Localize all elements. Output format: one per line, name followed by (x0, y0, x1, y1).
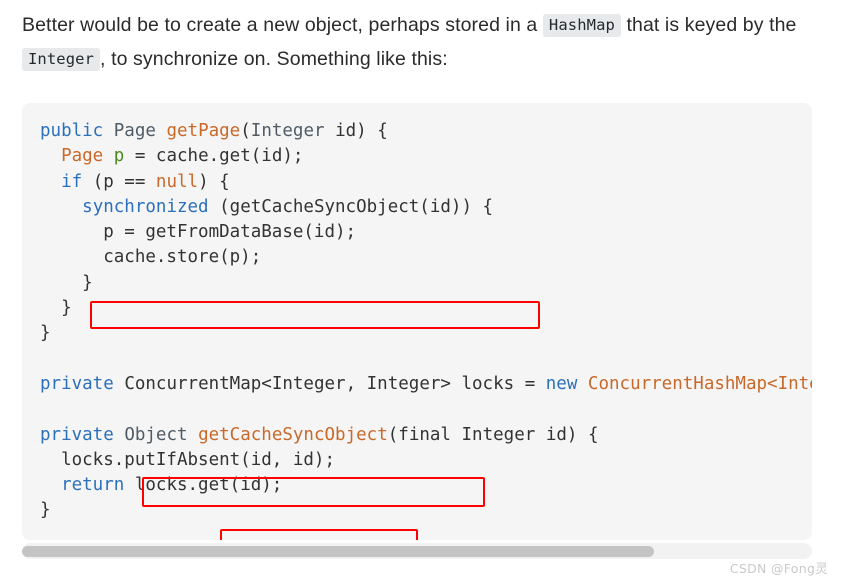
inline-code-integer: Integer (22, 48, 101, 71)
code-token: return (61, 475, 125, 496)
code-token: ( (387, 424, 399, 445)
code-line: } (40, 323, 51, 343)
code-token: (p == (82, 171, 156, 192)
code-token: cache.store(p); (40, 247, 262, 268)
code-line: if (p == null) { (40, 172, 230, 192)
code-line: p = getFromDataBase(id); (40, 222, 356, 242)
code-token: } (40, 272, 93, 293)
code-block[interactable]: public Page getPage(Integer id) { Page p… (22, 103, 812, 540)
horizontal-scrollbar-thumb[interactable] (22, 546, 654, 557)
code-line: private Object getCacheSyncObject(final … (40, 425, 599, 445)
code-token: Object (124, 424, 188, 445)
code-line: } (40, 500, 51, 520)
intro-text-part-3: , to synchronize on. Something like this… (100, 48, 448, 70)
intro-text-part-2: that is keyed by the (626, 14, 797, 36)
code-token: Page (61, 146, 104, 167)
code-token: locks.putIfAbsent(id, id); (40, 449, 336, 470)
code-token: getCacheSyncObject (198, 424, 388, 445)
code-token: if (61, 171, 83, 192)
code-line: return locks.get(id); (40, 475, 282, 495)
code-token: locks = (450, 373, 546, 394)
code-token: final (398, 424, 451, 445)
code-line: public Page getPage(Integer id) { (40, 121, 388, 141)
code-scroll-viewport[interactable]: public Page getPage(Integer id) { Page p… (22, 103, 812, 540)
watermark: CSDN @Fong灵 (729, 561, 828, 576)
code-line: } (40, 298, 72, 318)
code-token: synchronized (82, 196, 209, 217)
code-token: private (40, 373, 114, 394)
code-token: p = getFromDataBase(id); (40, 222, 357, 243)
code-token: Integer (250, 121, 325, 141)
code-line: } (40, 273, 93, 293)
code-token: ConcurrentHashMap<Integer, Integer> (587, 373, 812, 394)
code-token: ) { (198, 171, 230, 192)
intro-paragraph: Better would be to create a new object, … (22, 8, 822, 76)
code-token: private (40, 424, 114, 445)
code-token: null (155, 171, 199, 192)
code-token: public (40, 121, 104, 141)
code-line: Page p = cache.get(id); (40, 146, 303, 166)
code-token: locks.get(id); (124, 475, 283, 496)
code-line: locks.putIfAbsent(id, id); (40, 450, 335, 470)
code-line: private ConcurrentMap<Integer, Integer> … (40, 374, 812, 394)
code-line: cache.store(p); (40, 247, 261, 267)
code-token: Page (113, 121, 156, 141)
inline-code-hashmap: HashMap (542, 14, 621, 37)
code-token: getPage (166, 121, 241, 141)
code-token: ConcurrentMap<Integer, Integer> (124, 373, 451, 394)
code-token: = cache.get(id); (124, 146, 304, 167)
code-line: synchronized (getCacheSyncObject(id)) { (40, 197, 493, 217)
code-token: p (113, 146, 125, 167)
intro-text-part-1: Better would be to create a new object, … (22, 14, 538, 36)
code-token: id) { (324, 121, 388, 141)
code-token: } (40, 298, 72, 319)
code-token: new (545, 373, 578, 394)
code-content: public Page getPage(Integer id) { Page p… (22, 103, 812, 524)
code-token: } (40, 500, 51, 521)
code-token: (getCacheSyncObject(id)) { (208, 196, 494, 217)
code-token: } (40, 323, 51, 344)
code-token: Integer (461, 424, 536, 445)
code-token: ( (240, 121, 251, 141)
code-token: id) { (535, 424, 599, 445)
